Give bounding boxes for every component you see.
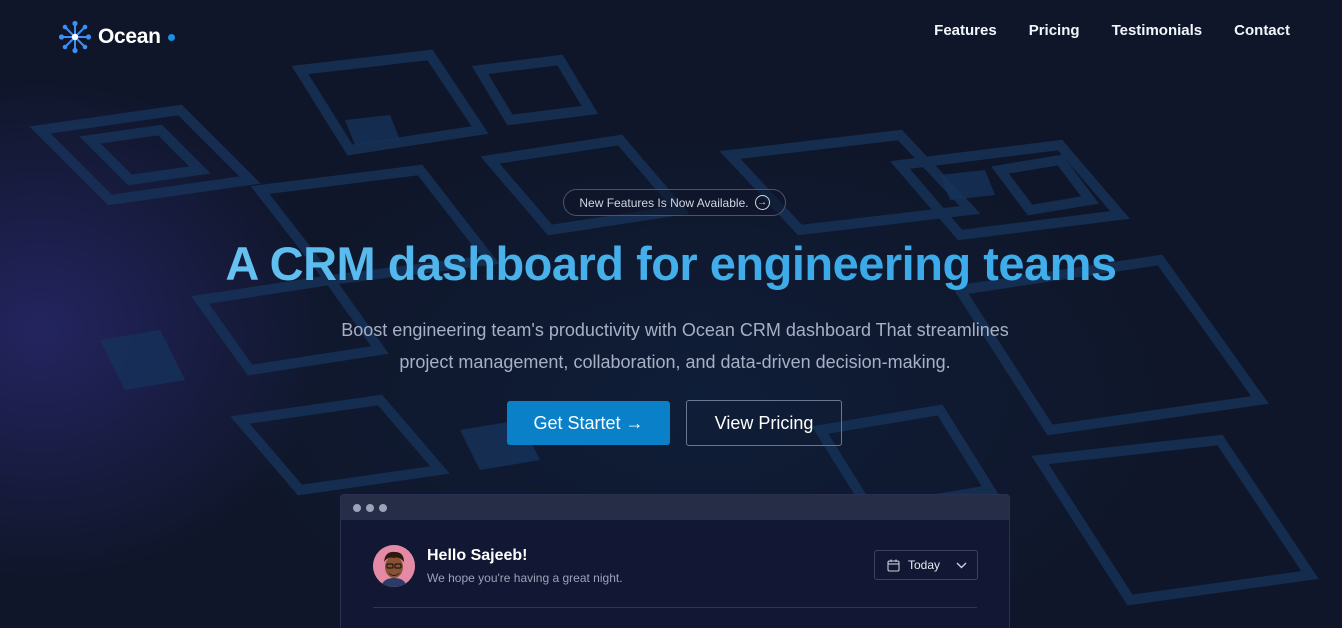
divider — [373, 607, 977, 608]
nav-link-features[interactable]: Features — [934, 22, 997, 39]
window-dot — [366, 503, 374, 512]
dashboard-preview: Hello Sajeeb! We hope you're having a gr… — [340, 494, 1010, 628]
arrow-right-circle-icon: → — [754, 195, 770, 210]
hero-subtext-line-2: project management, collaboration, and d… — [399, 352, 951, 372]
window-title-bar — [341, 495, 1009, 520]
chevron-down-icon — [956, 562, 967, 568]
top-nav: Ocean Features Pricing Testimonials Cont… — [0, 0, 1342, 76]
avatar — [373, 545, 415, 587]
nav-link-testimonials[interactable]: Testimonials — [1112, 22, 1203, 39]
get-started-button[interactable]: Get Startet → — [507, 401, 670, 445]
window-dot — [379, 503, 387, 512]
nav-links: Features Pricing Testimonials Contact — [934, 22, 1290, 39]
new-features-badge[interactable]: New Features Is Now Available. → — [563, 189, 786, 216]
avatar-illustration — [373, 545, 415, 587]
calendar-icon — [887, 559, 900, 572]
hero-subtext-line-1: Boost engineering team's productivity wi… — [341, 320, 1009, 340]
greeting-subtitle: We hope you're having a great night. — [427, 571, 623, 585]
date-filter-value: Today — [908, 558, 941, 572]
brand-name: Ocean — [98, 25, 161, 48]
nav-link-contact[interactable]: Contact — [1234, 22, 1290, 39]
hero-headline: A CRM dashboard for engineering teams — [0, 236, 1342, 291]
greeting-title: Hello Sajeeb! — [427, 547, 528, 564]
brand-logo[interactable]: Ocean — [58, 20, 175, 54]
nav-link-pricing[interactable]: Pricing — [1029, 22, 1080, 39]
ocean-logo-icon — [58, 20, 92, 54]
view-pricing-button[interactable]: View Pricing — [686, 400, 842, 446]
brand-dot — [167, 33, 175, 41]
greeting-block: Hello Sajeeb! We hope you're having a gr… — [373, 545, 623, 587]
window-dot — [353, 503, 361, 512]
hero-subtext: Boost engineering team's productivity wi… — [310, 314, 1040, 378]
date-filter-select[interactable]: Today — [874, 550, 978, 580]
badge-label: New Features Is Now Available. — [579, 195, 749, 210]
